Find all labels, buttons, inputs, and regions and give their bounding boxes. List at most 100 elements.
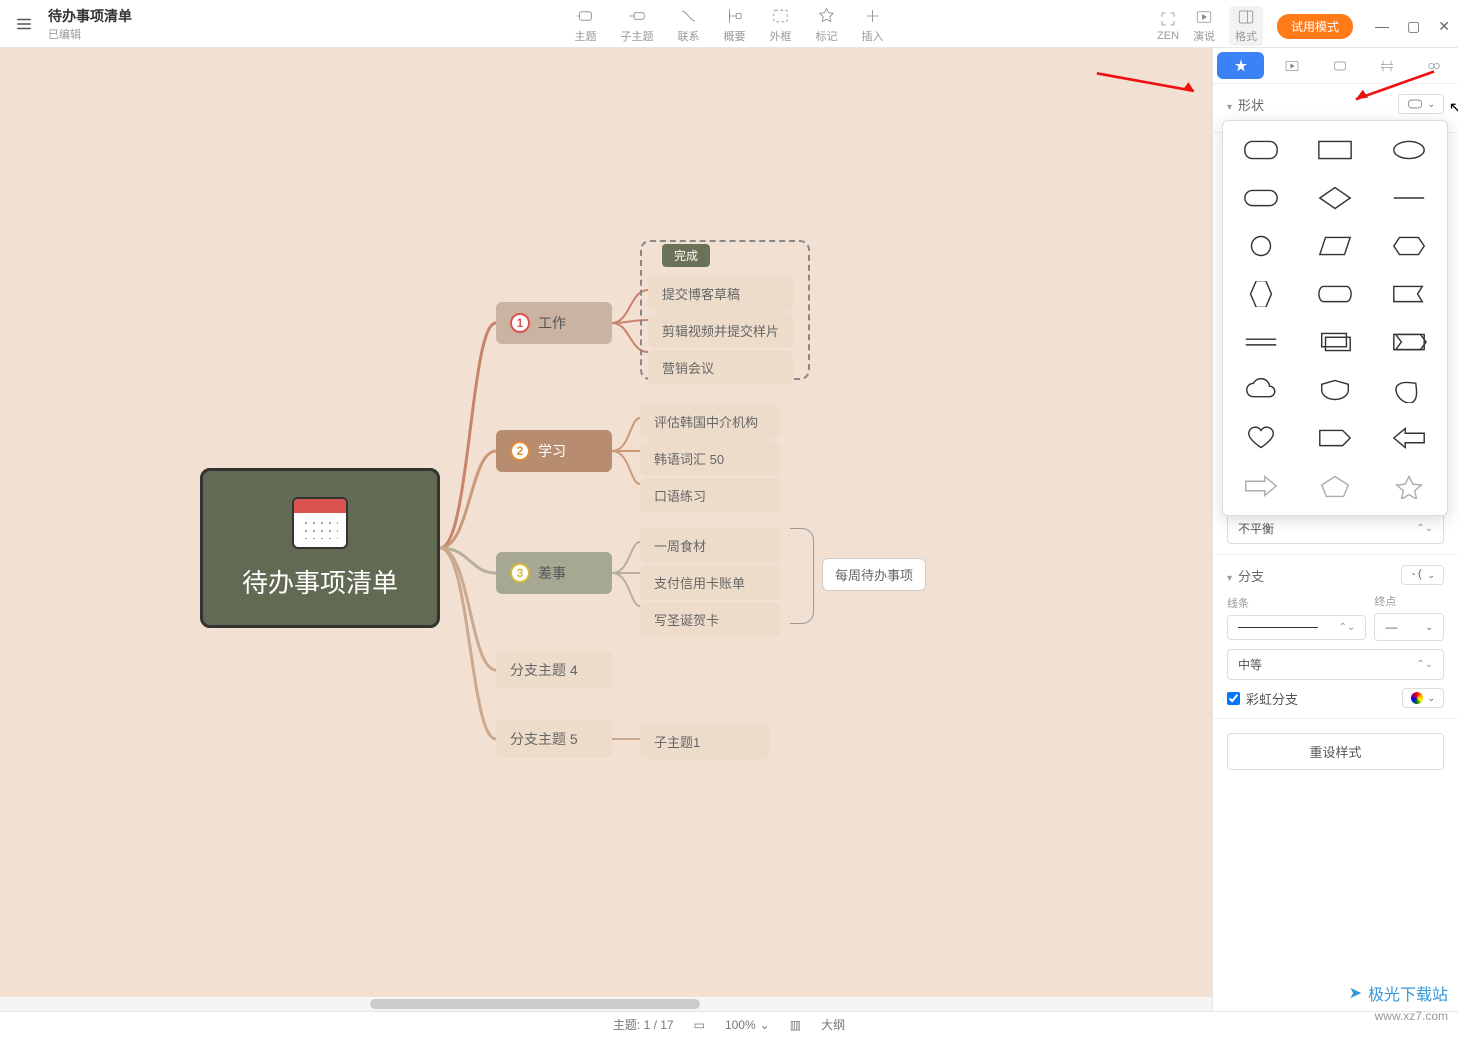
subtopic-button[interactable]: 子主题 (621, 6, 654, 44)
leaf-item[interactable]: 提交博客草稿 (648, 276, 793, 311)
cursor-icon: ↖ (1449, 98, 1458, 118)
horizontal-scrollbar[interactable] (0, 997, 1212, 1011)
rainbow-label: 彩虹分支 (1246, 689, 1298, 708)
branch-errand[interactable]: 3差事 (496, 552, 612, 594)
shape-pentagon[interactable] (1309, 469, 1361, 503)
leaf-item[interactable]: 子主题1 (640, 724, 770, 759)
shape-circle[interactable] (1235, 229, 1287, 263)
boundary-button[interactable]: 外框 (770, 6, 792, 44)
tab-style[interactable] (1217, 52, 1264, 79)
tab-link[interactable] (1411, 48, 1458, 83)
end-label: 终点 (1374, 593, 1444, 609)
shape-parallelogram[interactable] (1309, 229, 1361, 263)
maximize-button[interactable]: ▢ (1407, 18, 1420, 35)
leaf-item[interactable]: 口语练习 (640, 478, 780, 513)
shape-drop[interactable] (1383, 373, 1435, 407)
done-tag: 完成 (662, 244, 710, 267)
branch-5[interactable]: 分支主题 5 (496, 720, 612, 758)
structure-select[interactable]: 不平衡⌃⌄ (1227, 513, 1444, 544)
shape-title: 形状 (1238, 98, 1264, 113)
shape-ellipse[interactable] (1383, 133, 1435, 167)
zen-button[interactable]: ZEN (1157, 10, 1179, 42)
rainbow-color-select[interactable]: ⌄ (1402, 688, 1444, 708)
priority-2-icon: 2 (510, 441, 530, 461)
end-select[interactable]: —⌄ (1374, 613, 1444, 641)
shape-popup (1222, 120, 1448, 516)
shape-pill[interactable] (1235, 181, 1287, 215)
leaf-item[interactable]: 支付信用卡账单 (640, 565, 780, 600)
scrollbar-thumb[interactable] (370, 999, 700, 1009)
topic-button[interactable]: 主题 (575, 6, 597, 44)
branch-title: 分支 (1238, 569, 1264, 584)
leaves-study: 评估韩国中介机构 韩语词汇 50 口语练习 (640, 404, 780, 513)
shape-flag[interactable] (1383, 325, 1435, 359)
zoom-level[interactable]: 100% ⌄ (725, 1018, 770, 1032)
shape-heart[interactable] (1235, 421, 1287, 455)
leaf-item[interactable]: 剪辑视频并提交样片 (648, 313, 793, 348)
section-branch: ▾分支 -( ⌄ 线条 ⌃⌄ 终点 —⌄ 中等⌃⌄ 彩虹分支 ⌄ (1213, 555, 1458, 719)
shape-double-line[interactable] (1235, 325, 1287, 359)
document-status: 已编辑 (48, 26, 132, 42)
format-button[interactable]: 格式 (1229, 6, 1263, 46)
marker-button[interactable]: 标记 (816, 6, 838, 44)
shape-arrow-right[interactable] (1235, 469, 1287, 503)
shape-tag[interactable] (1309, 421, 1361, 455)
summary-node[interactable]: 每周待办事项 (822, 558, 926, 591)
menu-button[interactable] (8, 8, 40, 40)
branch-4[interactable]: 分支主题 4 (496, 651, 612, 689)
shape-stack[interactable] (1309, 325, 1361, 359)
leaf-item[interactable]: 评估韩国中介机构 (640, 404, 780, 439)
shape-underline[interactable] (1383, 181, 1435, 215)
map-icon[interactable]: ▭ (694, 1018, 705, 1032)
trial-button[interactable]: 试用模式 (1277, 14, 1353, 39)
relation-button[interactable]: 联系 (678, 6, 700, 44)
layout-icon[interactable]: ▥ (790, 1018, 801, 1032)
line-select[interactable]: ⌃⌄ (1227, 615, 1366, 640)
shape-rounded-rect[interactable] (1235, 133, 1287, 167)
central-topic[interactable]: 待办事项清单 (200, 468, 440, 628)
tab-snap[interactable] (1363, 48, 1410, 83)
document-title: 待办事项清单 (48, 6, 132, 26)
leaf-item[interactable]: 一周食材 (640, 528, 780, 563)
branch-work[interactable]: 1工作 (496, 302, 612, 344)
leaf-item[interactable]: 韩语词汇 50 (640, 441, 780, 476)
shape-banner[interactable] (1383, 277, 1435, 311)
close-button[interactable]: ✕ (1438, 18, 1450, 35)
summary-button[interactable]: 概要 (724, 6, 746, 44)
document-info: 待办事项清单 已编辑 (48, 6, 132, 42)
insert-button[interactable]: 插入 (862, 6, 884, 44)
shape-shield[interactable] (1309, 373, 1361, 407)
leaf-item[interactable]: 写圣诞贺卡 (640, 602, 780, 637)
leaf-item[interactable]: 营销会议 (648, 350, 793, 385)
shape-hexagon[interactable] (1383, 229, 1435, 263)
shape-select[interactable]: ⌄ (1398, 94, 1444, 114)
tab-card[interactable] (1316, 48, 1363, 83)
shape-star[interactable] (1383, 469, 1435, 503)
summary-bracket (790, 528, 814, 624)
shape-rect[interactable] (1309, 133, 1361, 167)
minimize-button[interactable]: — (1375, 18, 1389, 35)
outline-button[interactable]: 大纲 (821, 1016, 845, 1033)
leaves-errand: 一周食材 支付信用卡账单 写圣诞贺卡 (640, 528, 780, 637)
shape-arrow-left[interactable] (1383, 421, 1435, 455)
topic-count: 主题: 1 / 17 (613, 1016, 674, 1033)
weight-select[interactable]: 中等⌃⌄ (1227, 649, 1444, 680)
window-controls: — ▢ ✕ (1375, 18, 1450, 35)
rainbow-checkbox[interactable] (1227, 692, 1240, 705)
leaves-5: 子主题1 (640, 724, 770, 759)
branch-study[interactable]: 2学习 (496, 430, 612, 472)
mindmap-canvas[interactable]: 待办事项清单 完成 1工作 提交博客草稿 剪辑视频并提交样片 营销会议 2学习 … (0, 48, 1212, 1011)
shape-cloud[interactable] (1235, 373, 1287, 407)
branch-style-select[interactable]: -( ⌄ (1401, 565, 1444, 585)
shape-hex-tall[interactable] (1235, 277, 1287, 311)
central-topic-label: 待办事项清单 (242, 563, 398, 600)
titlebar: 待办事项清单 已编辑 主题 子主题 联系 概要 外框 标记 插入 ZEN 演说 … (0, 0, 1458, 48)
watermark-logo: ➤ 极光下载站 (1349, 981, 1448, 1005)
present-button[interactable]: 演说 (1193, 8, 1215, 44)
connectors (0, 48, 1212, 1011)
tab-play[interactable] (1268, 48, 1315, 83)
line-label: 线条 (1227, 595, 1366, 611)
shape-rounded-hex[interactable] (1309, 277, 1361, 311)
shape-diamond[interactable] (1309, 181, 1361, 215)
reset-style-button[interactable]: 重设样式 (1227, 733, 1444, 770)
